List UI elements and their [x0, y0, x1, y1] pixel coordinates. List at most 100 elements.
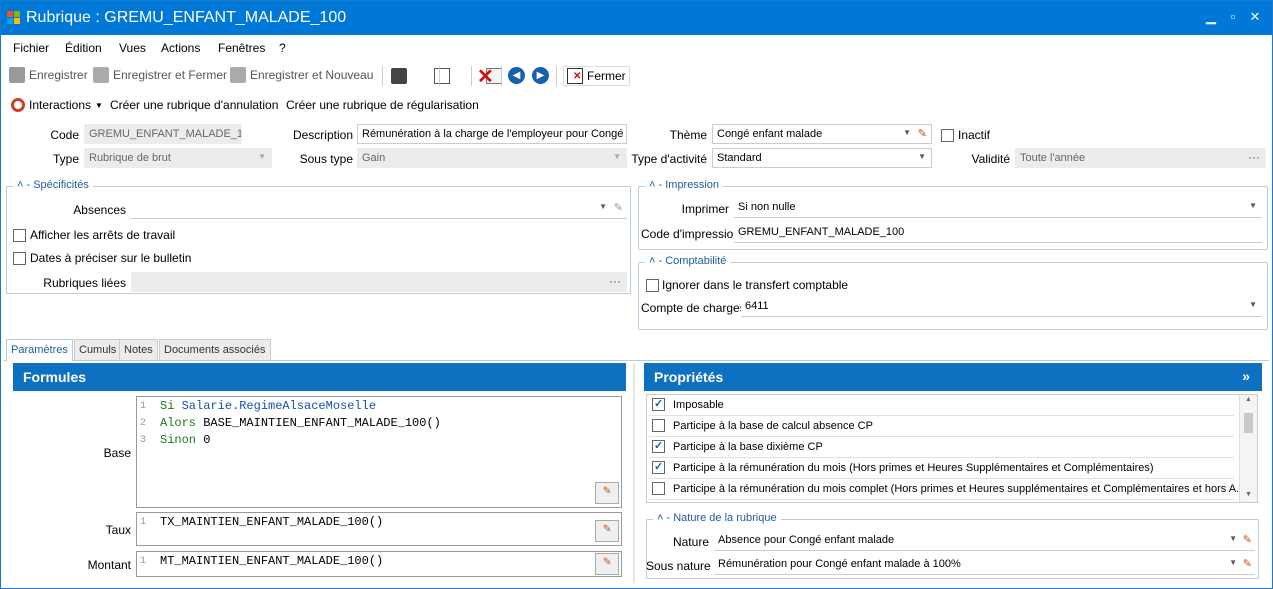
code-expression: Salarie.RegimeAlsaceMoselle [174, 399, 377, 413]
description-field[interactable]: Rémunération à la charge de l'employeur … [357, 124, 627, 144]
property-checkbox[interactable] [652, 439, 665, 453]
line-number: 3 [140, 435, 147, 446]
tab-notes[interactable]: Notes [119, 339, 158, 360]
chevron-down-icon[interactable]: ▼ [1229, 534, 1237, 543]
afficher-arrets-checkbox[interactable] [13, 228, 26, 243]
edit-icon[interactable]: ✎ [614, 201, 623, 214]
property-row[interactable]: Participe à la rémunération du mois comp… [649, 479, 1245, 500]
edit-formula-icon[interactable]: ✎ [595, 482, 619, 504]
menu-edition[interactable]: Édition [65, 41, 102, 55]
code-impression-field[interactable]: GREMU_ENFANT_MALADE_100 [734, 223, 1262, 243]
delete-icon[interactable]: ✕ [477, 64, 494, 89]
montant-editor[interactable]: 1 MT_MAINTIEN_ENFANT_MALADE_100() ✎ [136, 551, 622, 577]
collapse-icon[interactable]: ˄ [649, 255, 655, 267]
code-keyword: Alors [160, 416, 197, 430]
property-row[interactable]: Imposable [649, 395, 1234, 416]
more-icon[interactable]: ··· [1248, 150, 1260, 164]
interactions-menu[interactable]: Interactions ▼ [11, 98, 103, 112]
inactif-checkbox[interactable] [941, 128, 954, 143]
previous-icon[interactable]: ◀ [508, 67, 525, 84]
imprimer-select[interactable]: Si non nulle ▼ [734, 198, 1262, 218]
chevron-down-icon: ▼ [258, 152, 266, 161]
property-checkbox[interactable] [652, 419, 665, 432]
property-checkbox[interactable] [652, 397, 665, 411]
rubriques-liees-field[interactable]: ··· [131, 272, 627, 292]
code-keyword: Si [160, 399, 175, 413]
chevron-down-icon[interactable]: ▼ [1229, 558, 1237, 567]
absences-select[interactable]: ▼ ✎ [131, 199, 627, 219]
menu-vues[interactable]: Vues [119, 41, 146, 55]
cancel-rubrique-link[interactable]: Créer une rubrique d'annulation [110, 98, 278, 112]
sous-type-select[interactable]: Gain ▼ [357, 148, 627, 168]
save-new-button[interactable]: Enregistrer et Nouveau [230, 67, 373, 83]
scroll-down-icon[interactable]: ▼ [1245, 491, 1252, 498]
sous-nature-label: Sous nature [646, 559, 711, 573]
chevron-down-icon[interactable]: ▼ [599, 202, 607, 211]
absences-label: Absences [73, 203, 126, 217]
code-label: Code [50, 128, 79, 142]
edit-formula-icon[interactable]: ✎ [595, 520, 619, 542]
save-button[interactable]: Enregistrer [9, 67, 88, 83]
sous-nature-select[interactable]: Rémunération pour Congé enfant malade à … [714, 555, 1255, 575]
menu-actions[interactable]: Actions [161, 41, 200, 55]
maximize-icon[interactable]: ▫ [1223, 9, 1243, 24]
nature-select[interactable]: Absence pour Congé enfant malade ▼ ✎ [714, 531, 1255, 551]
property-label: Participe à la rémunération du mois comp… [673, 483, 1246, 495]
dates-preciser-checkbox[interactable] [13, 251, 26, 266]
base-editor[interactable]: 1 Si Salarie.RegimeAlsaceMoselle 2 Alors BA… [136, 396, 622, 508]
scrollbar[interactable]: ▲ ▼ [1239, 395, 1257, 502]
collapse-icon[interactable]: ˄ [649, 179, 655, 191]
minimize-icon[interactable]: ▁ [1201, 9, 1221, 25]
chevron-down-icon: ▼ [918, 152, 926, 161]
type-select[interactable]: Rubrique de brut ▼ [84, 148, 272, 168]
tab-cumuls[interactable]: Cumuls [74, 339, 122, 360]
collapse-icon[interactable]: ˄ [17, 179, 23, 191]
taux-editor[interactable]: 1 TX_MAINTIEN_ENFANT_MALADE_100() ✎ [136, 512, 622, 546]
property-row[interactable]: Participe à la base de calcul absence CP [649, 416, 1234, 437]
comptabilite-title: Comptabilité [665, 255, 727, 267]
print-icon[interactable] [391, 68, 407, 84]
toolbar-separator [471, 66, 472, 86]
compte-charges-select[interactable]: 6411 ▼ [741, 297, 1262, 317]
collapse-icon[interactable]: ˄ [657, 512, 663, 524]
save-close-button[interactable]: Enregistrer et Fermer [93, 67, 227, 83]
close-button[interactable]: ✕ Fermer [563, 66, 630, 86]
edit-icon[interactable]: ✎ [1243, 533, 1252, 546]
regul-rubrique-link[interactable]: Créer une rubrique de régularisation [286, 98, 479, 112]
menu-fenetres[interactable]: Fenêtres [218, 41, 265, 55]
theme-select[interactable]: Congé enfant malade ▼ ✎ [712, 124, 932, 144]
line-number: 2 [140, 418, 147, 429]
property-row[interactable]: Participe à la rémunération du mois (Hor… [649, 458, 1234, 479]
tab-documents-associes[interactable]: Documents associés [159, 339, 271, 360]
edit-formula-icon[interactable]: ✎ [595, 553, 619, 575]
code-field[interactable]: GREMU_ENFANT_MALADE_100 [84, 124, 242, 144]
property-checkbox[interactable] [652, 460, 665, 474]
nature-label: Nature [672, 535, 709, 549]
edit-icon[interactable]: ✎ [918, 127, 927, 140]
afficher-arrets-label: Afficher les arrêts de travail [30, 228, 176, 242]
property-row[interactable]: Participe à la base dixième CP [649, 437, 1234, 458]
scroll-up-icon[interactable]: ▲ [1245, 396, 1252, 403]
chevron-down-icon[interactable]: ▼ [903, 128, 911, 137]
proprietes-list: Imposable Participe à la base de calcul a… [646, 394, 1258, 503]
close-icon[interactable]: ✕ [1245, 9, 1265, 25]
taux-label: Taux [105, 523, 131, 537]
tab-strip-line [4, 360, 1269, 361]
property-checkbox[interactable] [652, 482, 665, 495]
next-icon[interactable]: ▶ [532, 67, 549, 84]
validite-field[interactable]: Toute l'année ··· [1015, 148, 1266, 168]
type-activite-select[interactable]: Standard ▼ [712, 148, 932, 168]
tab-parametres[interactable]: Paramètres [6, 339, 73, 361]
more-icon[interactable]: ··· [609, 274, 621, 288]
menu-help[interactable]: ? [279, 41, 286, 55]
scroll-thumb[interactable] [1244, 413, 1253, 433]
description-label: Description [292, 128, 353, 142]
expand-icon[interactable]: » [1242, 368, 1250, 384]
print-preview-icon[interactable] [434, 68, 451, 84]
line-number: 1 [140, 401, 147, 412]
code-keyword: Sinon [160, 433, 197, 447]
splitter[interactable] [633, 363, 635, 583]
edit-icon[interactable]: ✎ [1243, 557, 1252, 570]
menu-fichier[interactable]: Fichier [13, 41, 49, 55]
ignorer-transfert-checkbox[interactable] [646, 278, 659, 293]
